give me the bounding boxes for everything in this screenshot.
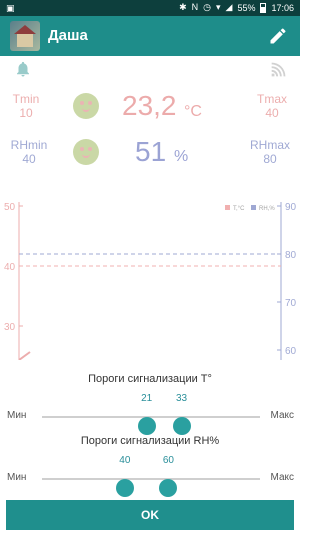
temp-min-label: Мин <box>7 410 27 421</box>
rhmin-value: 40 <box>22 152 36 166</box>
temp-low-thumb[interactable] <box>137 417 156 435</box>
edit-pencil-icon[interactable] <box>268 26 288 46</box>
rh-range-slider[interactable]: Мин Макс <box>0 469 300 497</box>
left-axis-tick-label: 30 <box>4 322 16 333</box>
rh-high-thumb[interactable] <box>159 479 178 497</box>
rhmax-value: 80 <box>263 152 277 166</box>
temp-high-value: 33 <box>175 393 188 404</box>
temperature-unit: °C <box>184 103 202 120</box>
wifi-status-icon: ▾ <box>216 2 221 12</box>
status-icons: ✱ N ◷ ▾ ◢ 55% 17:06 <box>179 2 294 13</box>
right-axis-tick-label: 80 <box>285 250 297 261</box>
tmax-value: 40 <box>265 106 279 120</box>
rh-threshold-title: Пороги сигнализации RH% <box>80 435 220 447</box>
rhmin-label: RHmin <box>10 138 48 152</box>
legend-temperature-swatch <box>225 205 230 210</box>
temperature-series-line <box>18 351 31 360</box>
temp-threshold-title: Пороги сигнализации T° <box>88 373 212 385</box>
device-title: Даша <box>48 27 88 44</box>
history-chart[interactable]: 50 40 30 90 80 70 60 T,°C RH,% <box>0 196 300 360</box>
notification-image-icon: ▣ <box>6 3 15 13</box>
temp-low-value: 21 <box>141 393 153 404</box>
battery-percent: 55% <box>237 2 256 13</box>
right-axis-tick-label: 90 <box>285 202 297 213</box>
nfc-icon: N <box>191 2 199 12</box>
temp-max-label: Макс <box>270 410 295 421</box>
legend-humidity-swatch <box>251 205 256 210</box>
humidity-reading: 51 <box>135 136 167 167</box>
temperature-reading: 23,2 <box>122 90 177 121</box>
temperature-status-smiley-icon <box>73 93 99 119</box>
legend-temperature-label: T,°C <box>233 206 245 212</box>
bell-icon[interactable] <box>14 60 32 78</box>
humidity-unit: % <box>174 148 189 165</box>
temp-slider-track[interactable] <box>42 416 260 435</box>
ok-button[interactable]: OK <box>6 500 294 530</box>
house-roof-graphic <box>14 25 36 34</box>
rh-slider-track[interactable] <box>42 478 260 497</box>
rh-high-value: 60 <box>162 455 174 466</box>
humidity-status-smiley-icon <box>73 139 99 165</box>
temp-high-thumb[interactable] <box>172 417 191 435</box>
tmax-label: Tmax <box>257 92 287 106</box>
rh-max-label: Макс <box>270 472 295 483</box>
temp-range-slider[interactable]: Мин Макс <box>0 407 300 435</box>
signal-icon: ◢ <box>225 2 233 12</box>
tmin-value: 10 <box>19 106 33 120</box>
signal-strength-icon <box>271 62 286 77</box>
clock: 17:06 <box>271 2 294 13</box>
status-bar: ▣ ✱ N ◷ ▾ ◢ 55% 17:06 <box>0 0 300 16</box>
alarm-icon: ◷ <box>203 2 211 12</box>
left-axis-tick-label: 50 <box>4 202 16 213</box>
rh-low-thumb[interactable] <box>115 479 134 497</box>
house-wall-graphic <box>17 34 33 47</box>
device-avatar[interactable] <box>10 21 40 51</box>
right-axis-tick-label: 70 <box>285 298 297 309</box>
app-bar: Даша <box>0 16 300 56</box>
monitor-panel: Tmin 10 23,2 °C Tmax 40 RHmin 40 51 % RH… <box>0 56 300 360</box>
rh-min-label: Мин <box>7 472 27 483</box>
bluetooth-icon: ✱ <box>179 2 187 12</box>
rh-low-value: 40 <box>119 455 131 466</box>
tmin-label: Tmin <box>12 92 40 106</box>
right-axis-tick-label: 60 <box>285 346 297 357</box>
left-axis-tick-label: 40 <box>4 262 16 273</box>
legend-humidity-label: RH,% <box>259 206 275 212</box>
battery-icon <box>260 2 267 13</box>
alarm-threshold-dialog: Пороги сигнализации T° 21 33 Мин Макс По… <box>0 360 300 533</box>
rhmax-label: RHmax <box>249 138 290 152</box>
